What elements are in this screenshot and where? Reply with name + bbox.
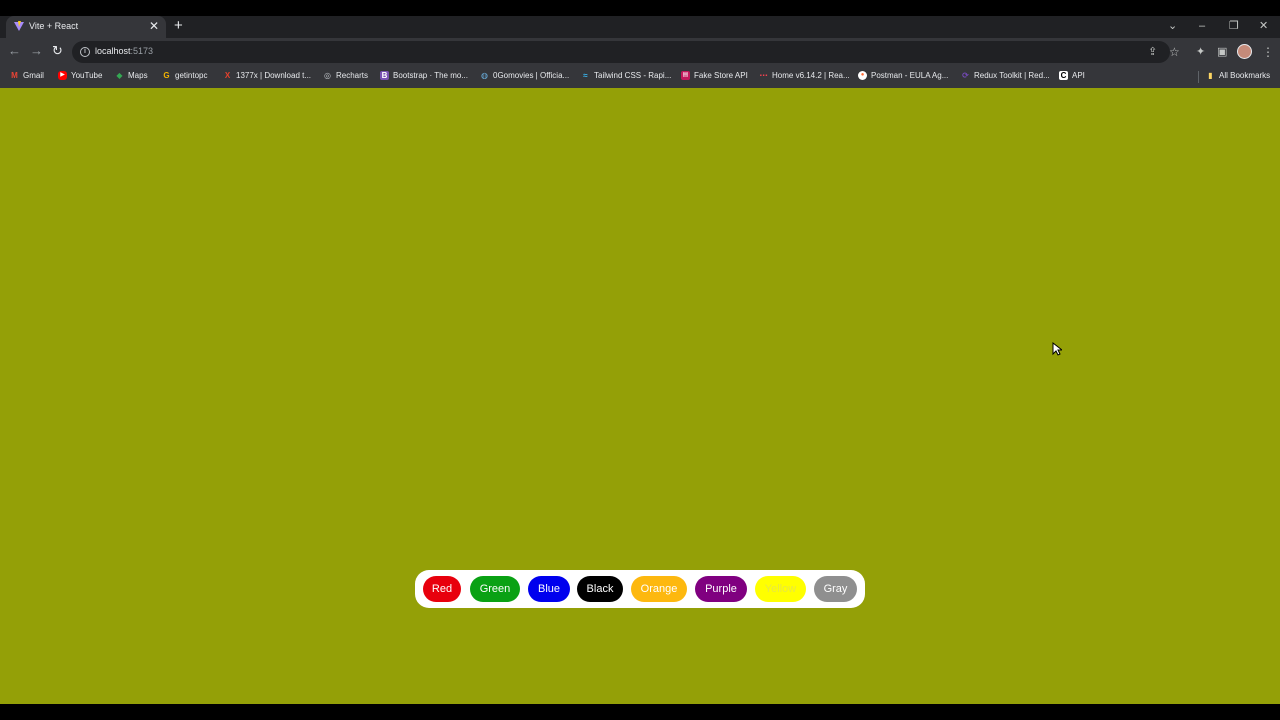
bookmark-getintopc[interactable]: Ggetintopc	[162, 71, 207, 80]
bookmark-star-icon[interactable]: ☆	[1169, 45, 1180, 59]
minimize-icon[interactable]: –	[1199, 18, 1205, 34]
fakestore-icon: ▤	[681, 71, 690, 80]
gomovies-icon: ◍	[481, 71, 488, 80]
color-button-bar: Red Green Blue Black Orange Purple Yello…	[415, 570, 865, 608]
tab-close-icon[interactable]: ✕	[149, 19, 159, 33]
bookmark-postman[interactable]: ● Postman - EULA Ag...	[858, 71, 948, 80]
youtube-icon: ▶	[58, 71, 67, 80]
all-bookmarks[interactable]: ▮ All Bookmarks	[1206, 71, 1270, 80]
folder-icon: ▮	[1208, 71, 1213, 80]
bookmarks-bar: M Gmail ▶ YouTube ◆ Maps Ggetintopc X 1377x …	[0, 66, 1280, 88]
api-icon: C	[1059, 71, 1068, 80]
restore-icon[interactable]: ❐	[1229, 18, 1239, 34]
bookmark-react-router[interactable]: ⋯ Home v6.14.2 | Rea...	[759, 71, 850, 80]
bookmark-1377x[interactable]: X 1377x | Download t...	[223, 71, 311, 80]
side-panel-icon[interactable]: ▣	[1217, 45, 1227, 59]
site-info-icon[interactable]: i	[80, 47, 90, 57]
screen-bottom-edge	[0, 704, 1280, 720]
tailwind-icon: ≈	[583, 71, 588, 80]
vite-icon	[14, 21, 24, 31]
recharts-icon: ◎	[324, 71, 331, 80]
back-icon[interactable]: ←	[8, 44, 21, 58]
bookmark-bootstrap[interactable]: B Bootstrap · The mo...	[380, 71, 468, 80]
purple-button[interactable]: Purple	[695, 576, 747, 602]
bootstrap-icon: B	[380, 71, 389, 80]
bookmarks-divider	[1198, 71, 1199, 83]
page-background: Red Green Blue Black Orange Purple Yello…	[0, 88, 1280, 704]
bookmark-recharts[interactable]: ◎ Recharts	[323, 71, 368, 80]
maps-icon: ◆	[116, 71, 123, 80]
bookmark-redux-toolkit[interactable]: ⟳ Redux Toolkit | Red...	[961, 71, 1050, 80]
screen-top-edge	[0, 0, 1280, 16]
bookmark-youtube[interactable]: ▶ YouTube	[58, 71, 102, 80]
getintopc-icon: G	[163, 71, 170, 80]
mouse-cursor-icon	[1052, 342, 1062, 356]
gray-button[interactable]: Gray	[814, 576, 857, 602]
reactrouter-icon: ⋯	[759, 71, 768, 80]
bookmark-tailwind[interactable]: ≈ Tailwind CSS - Rapi...	[581, 71, 671, 80]
url-port: :5173	[130, 46, 154, 56]
bookmark-maps[interactable]: ◆ Maps	[115, 71, 147, 80]
browser-toolbar: ← → ↻ i localhost:5173 ⇪ ☆ ✦ ▣ ⋮	[0, 38, 1280, 66]
reload-icon[interactable]: ↻	[52, 44, 63, 58]
bookmark-gmail[interactable]: M Gmail	[10, 71, 44, 80]
redux-icon: ⟳	[962, 71, 969, 80]
url-host: localhost	[95, 46, 131, 56]
new-tab-button[interactable]: +	[174, 17, 183, 35]
tab-search-icon[interactable]: ⌄	[1168, 18, 1177, 34]
gmail-icon: M	[11, 71, 18, 80]
orange-button[interactable]: Orange	[631, 576, 687, 602]
url-text: localhost:5173	[95, 46, 153, 56]
chrome-menu-icon[interactable]: ⋮	[1262, 45, 1274, 59]
profile-avatar[interactable]	[1237, 44, 1252, 59]
extensions-icon[interactable]: ✦	[1196, 45, 1205, 59]
red-button[interactable]: Red	[423, 576, 461, 602]
bookmark-0gomovies[interactable]: ◍ 0Gomovies | Officia...	[480, 71, 569, 80]
tab-title: Vite + React	[29, 21, 79, 31]
share-icon[interactable]: ⇪	[1148, 45, 1157, 59]
tab-vite-react[interactable]: Vite + React ✕	[6, 16, 166, 38]
tab-strip: Vite + React ✕ + ⌄ – ❐ ✕	[0, 16, 1280, 38]
forward-icon[interactable]: →	[30, 44, 43, 58]
bookmark-fake-store-api[interactable]: ▤ Fake Store API	[681, 71, 748, 80]
green-button[interactable]: Green	[470, 576, 520, 602]
1377x-icon: X	[224, 71, 231, 80]
postman-icon: ●	[858, 71, 867, 80]
blue-button[interactable]: Blue	[528, 576, 570, 602]
bookmark-api[interactable]: C API	[1059, 71, 1085, 80]
yellow-button[interactable]: Yellow	[755, 576, 806, 602]
close-window-icon[interactable]: ✕	[1259, 18, 1268, 34]
address-bar[interactable]: i localhost:5173	[72, 41, 1170, 63]
black-button[interactable]: Black	[577, 576, 623, 602]
